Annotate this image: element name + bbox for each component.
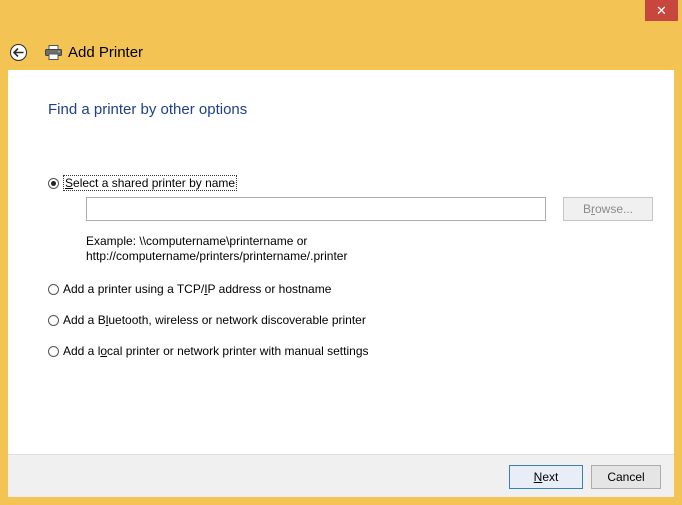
option-shared-printer[interactable]: Select a shared printer by name: [48, 175, 238, 191]
example-line-1: Example: \\computername\printername or: [86, 234, 308, 248]
printer-name-input[interactable]: [86, 197, 546, 221]
close-button[interactable]: ✕: [645, 0, 678, 21]
next-button[interactable]: Next: [509, 465, 583, 489]
example-line-2: http://computername/printers/printername…: [86, 249, 348, 263]
radio-tcpip[interactable]: [48, 283, 59, 295]
back-arrow-icon: [13, 48, 24, 57]
back-button[interactable]: [10, 44, 27, 61]
example-text: Example: \\computername\printername or h…: [86, 234, 347, 264]
close-icon: ✕: [656, 3, 667, 18]
option-tcpip[interactable]: Add a printer using a TCP/IP address or …: [48, 282, 331, 296]
add-printer-window: ✕ Add Printer Find a printer by other op…: [0, 0, 682, 505]
option-shared-printer-label: Select a shared printer by name: [63, 175, 238, 191]
radio-bluetooth[interactable]: [48, 314, 59, 326]
cancel-button[interactable]: Cancel: [591, 465, 661, 489]
page-heading: Find a printer by other options: [48, 101, 248, 118]
radio-shared-printer[interactable]: [48, 177, 59, 189]
option-bluetooth[interactable]: Add a Bluetooth, wireless or network dis…: [48, 313, 366, 327]
printer-icon: [45, 45, 62, 60]
radio-local-printer[interactable]: [48, 345, 59, 357]
option-tcpip-label: Add a printer using a TCP/IP address or …: [63, 282, 332, 296]
wizard-content: Find a printer by other options Select a…: [8, 70, 674, 454]
browse-button[interactable]: Br owse...: [563, 197, 653, 221]
window-title: Add Printer: [68, 44, 144, 61]
option-local-printer[interactable]: Add a local printer or network printer w…: [48, 344, 369, 358]
option-bluetooth-label: Add a Bluetooth, wireless or network dis…: [63, 313, 366, 327]
wizard-footer: Next Cancel: [8, 454, 674, 497]
option-local-printer-label: Add a local printer or network printer w…: [63, 344, 369, 358]
